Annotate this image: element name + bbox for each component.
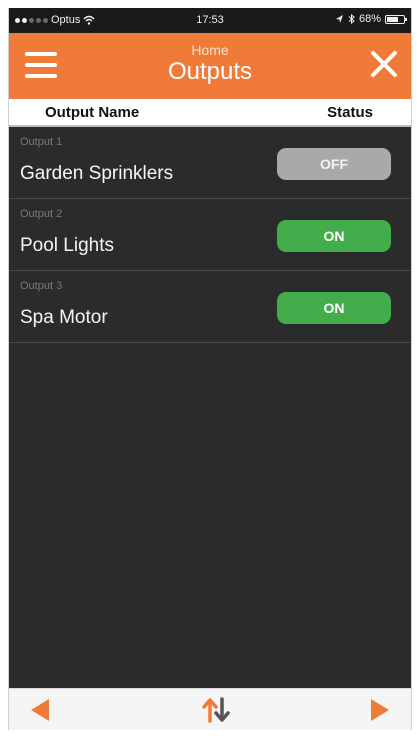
output-name: Spa Motor	[20, 307, 108, 328]
header-subtitle: Home	[191, 42, 229, 58]
column-header-status: Status	[327, 104, 373, 121]
arrow-left-icon[interactable]	[31, 699, 49, 721]
battery-percent: 68%	[358, 13, 381, 25]
arrow-right-icon[interactable]	[371, 699, 389, 721]
output-number-label: Output 3	[20, 280, 63, 292]
sort-arrows-icon[interactable]	[201, 697, 231, 723]
output-number-label: Output 1	[20, 136, 63, 148]
column-header-name: Output Name	[45, 104, 140, 121]
close-icon[interactable]	[369, 49, 399, 79]
bluetooth-icon	[348, 14, 355, 24]
status-right-group: 68%	[335, 13, 407, 25]
output-number-label: Output 2	[20, 208, 63, 220]
status-bar: Optus 17:53 68%	[9, 8, 411, 33]
app-screen: Optus 17:53 68% Home Outputs Output Name…	[8, 8, 412, 730]
output-toggle-button[interactable]: ON	[277, 292, 391, 324]
header-titles: Home Outputs	[9, 42, 411, 86]
battery-icon	[385, 14, 407, 24]
output-name: Garden Sprinklers	[20, 163, 174, 184]
output-list: Output 1 Garden Sprinklers OFF Output 2 …	[9, 127, 411, 343]
output-toggle-button[interactable]: OFF	[277, 148, 391, 180]
output-row: Output 2 Pool Lights ON	[9, 199, 411, 271]
output-row: Output 1 Garden Sprinklers OFF	[9, 127, 411, 199]
column-headers: Output Name Status	[9, 99, 411, 127]
location-arrow-icon	[335, 14, 343, 23]
bottom-toolbar	[9, 688, 411, 730]
app-header: Home Outputs	[9, 33, 411, 99]
output-name: Pool Lights	[20, 235, 115, 256]
output-toggle-button[interactable]: ON	[277, 220, 391, 252]
page-title: Outputs	[167, 58, 253, 85]
output-row: Output 3 Spa Motor ON	[9, 271, 411, 343]
